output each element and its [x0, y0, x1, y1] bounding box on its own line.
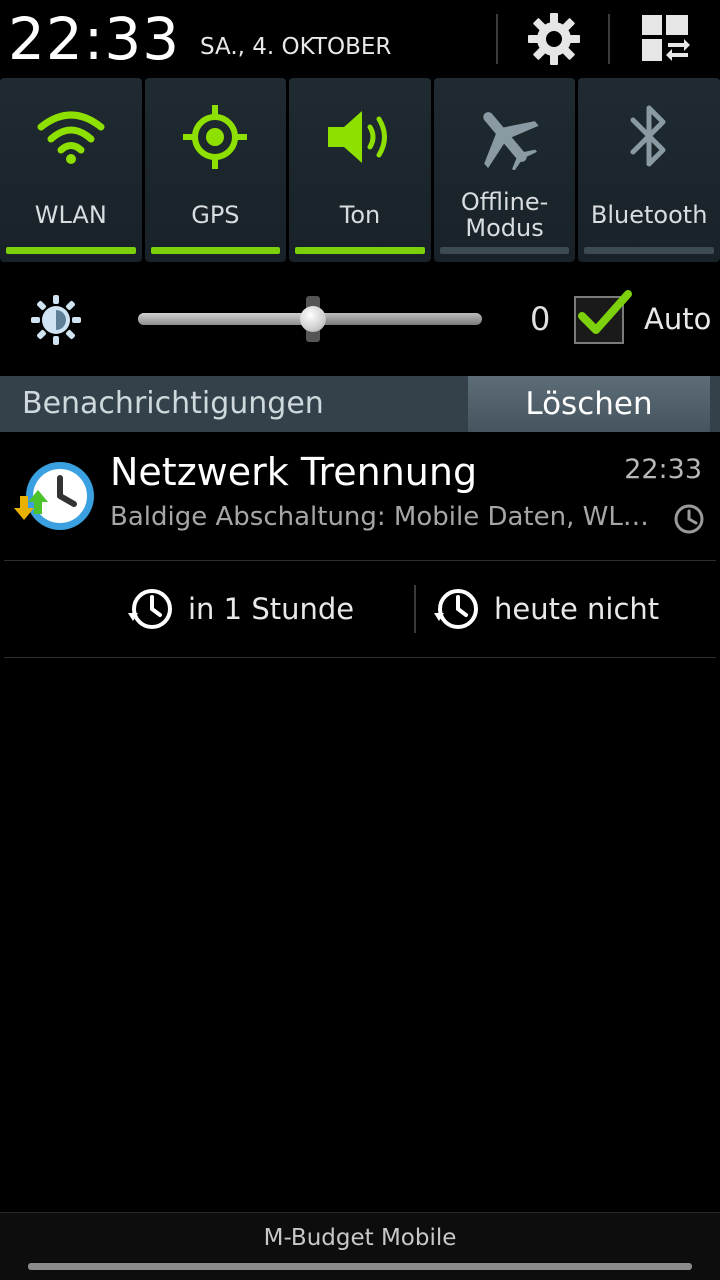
notification-divider — [4, 657, 716, 658]
action-label: heute nicht — [494, 592, 660, 626]
notifications-header: Benachrichtigungen Löschen — [0, 376, 720, 432]
wifi-icon — [37, 111, 105, 164]
clock: 22:33 — [8, 5, 181, 73]
quick-settings-grid-button[interactable] — [626, 6, 706, 72]
carrier-footer: M-Budget Mobile — [0, 1212, 720, 1280]
toggle-indicator — [6, 247, 136, 254]
notification-title: Netzwerk Trennung — [110, 450, 478, 494]
auto-brightness-label: Auto — [644, 302, 712, 336]
gear-icon — [528, 13, 580, 65]
header-divider — [608, 14, 610, 64]
notifications-title: Benachrichtigungen — [22, 386, 324, 421]
toggle-label: Bluetooth — [590, 201, 708, 229]
brightness-slider-thumb[interactable] — [300, 306, 326, 332]
toggle-gps[interactable]: GPS — [144, 78, 287, 262]
shade-drag-handle[interactable] — [28, 1263, 692, 1270]
brightness-sun-icon — [31, 295, 81, 345]
snooze-icon — [128, 589, 172, 629]
auto-brightness-checkbox[interactable] — [574, 290, 632, 344]
toggle-sound[interactable]: Ton — [289, 78, 431, 262]
quick-settings-grid-icon — [642, 15, 690, 61]
notification-item[interactable]: Netzwerk Trennung 22:33 Baldige Abschalt… — [0, 432, 720, 560]
brightness-value: 0 — [530, 300, 551, 338]
toggle-label: Ton — [339, 201, 381, 229]
toggle-label: Offline- Modus — [460, 188, 549, 242]
toggle-offline-mode[interactable]: Offline- Modus — [433, 78, 576, 262]
clear-notifications-button[interactable]: Löschen — [468, 376, 710, 432]
quick-toggles: WLAN GPS Ton Offline- Modus Bluetooth — [0, 78, 720, 262]
brightness-slider-fill — [138, 313, 313, 325]
header-divider — [496, 14, 498, 64]
notification-shade: 22:33 SA., 4. OKTOBER WLAN GPS Ton Offli… — [0, 0, 720, 1280]
snooze-icon — [674, 504, 704, 534]
toggle-wlan[interactable]: WLAN — [0, 78, 142, 262]
bluetooth-icon — [630, 105, 666, 167]
gps-icon — [183, 105, 248, 169]
speaker-icon — [327, 111, 387, 163]
notification-actions: in 1 Stunde heute nicht — [0, 561, 720, 657]
snooze-one-hour-button[interactable]: in 1 Stunde — [126, 561, 354, 657]
airplane-icon — [482, 112, 539, 170]
snooze-not-today-button[interactable]: heute nicht — [432, 561, 659, 657]
actions-divider — [414, 585, 416, 633]
toggle-indicator — [150, 247, 281, 254]
snooze-icon — [434, 589, 478, 629]
notification-time: 22:33 — [624, 454, 702, 485]
toggle-indicator — [439, 247, 570, 254]
carrier-label: M-Budget Mobile — [263, 1225, 457, 1251]
notification-text: Baldige Abschaltung: Mobile Daten, WL… — [110, 502, 649, 532]
network-timer-app-icon — [14, 462, 94, 530]
toggle-bluetooth[interactable]: Bluetooth — [578, 78, 720, 262]
toggle-label: GPS — [191, 201, 240, 229]
brightness-row: 0 Auto — [0, 262, 720, 376]
checkmark-icon — [578, 290, 632, 334]
action-label: in 1 Stunde — [188, 592, 355, 626]
toggle-indicator — [584, 247, 714, 254]
toggle-label: WLAN — [34, 201, 107, 229]
settings-button[interactable] — [514, 6, 594, 72]
toggle-indicator — [295, 247, 425, 254]
date-label: SA., 4. OKTOBER — [200, 34, 392, 60]
status-header: 22:33 SA., 4. OKTOBER — [0, 0, 720, 78]
